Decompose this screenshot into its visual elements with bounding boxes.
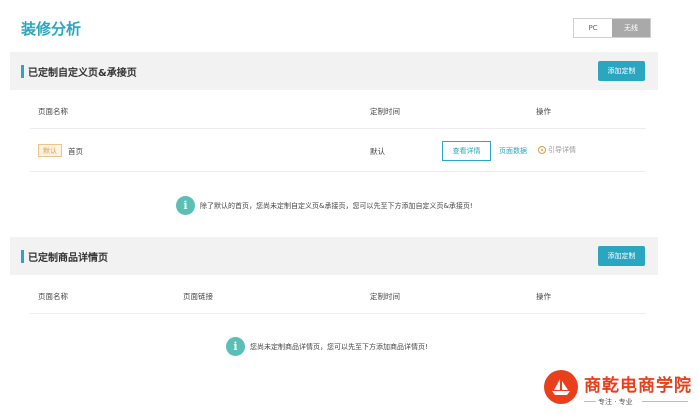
custom-pages-table-header: 页面名称 定制时间 操作 — [30, 92, 646, 129]
section-accent-bar — [21, 65, 24, 78]
watermark-divider — [584, 401, 596, 402]
custom-pages-notice: i 除了默认的首页，您尚未定制自定义页&承接页，您可以先至下方添加自定义页&承接… — [176, 196, 473, 215]
section-accent-bar — [21, 250, 24, 263]
custom-time: 默认 — [370, 147, 385, 156]
product-pages-notice-text: 您尚未定制商品详情页，您可以先至下方添加商品详情页! — [250, 342, 428, 351]
column-header-custom-time: 定制时间 — [370, 292, 400, 301]
table-row: 默认 首页 默认 查看详情 页面数据 引导详情 — [30, 130, 646, 172]
page-data-link[interactable]: 页面数据 — [499, 146, 527, 156]
product-pages-header: 已定制商品详情页 添加定制 — [10, 237, 658, 275]
product-pages-notice: i 您尚未定制商品详情页，您可以先至下方添加商品详情页! — [226, 337, 428, 356]
product-pages-table-header: 页面名称 页面链接 定制时间 操作 — [30, 277, 646, 314]
guide-detail-label: 引导详情 — [548, 146, 576, 154]
mode-toggle[interactable]: PC 无线 — [573, 18, 651, 38]
add-product-page-button[interactable]: 添加定制 — [598, 246, 645, 266]
column-header-custom-time: 定制时间 — [370, 107, 400, 116]
radio-icon — [538, 146, 546, 154]
column-header-page-name: 页面名称 — [38, 292, 68, 301]
watermark-slogan: 专注 · 专业 — [598, 398, 633, 406]
pc-toggle-button[interactable]: PC — [574, 19, 612, 37]
custom-pages-notice-text: 除了默认的首页，您尚未定制自定义页&承接页，您可以先至下方添加自定义页&承接页! — [200, 201, 473, 210]
ship-logo-icon — [544, 370, 578, 404]
default-badge: 默认 — [38, 144, 62, 157]
info-icon: i — [226, 337, 245, 356]
custom-pages-title: 已定制自定义页&承接页 — [28, 68, 137, 79]
info-icon: i — [176, 196, 195, 215]
column-header-actions: 操作 — [536, 107, 551, 116]
page-title: 装修分析 — [21, 20, 82, 38]
guide-detail-link[interactable]: 引导详情 — [538, 145, 576, 155]
column-header-page-link: 页面链接 — [183, 292, 213, 301]
page-name: 首页 — [68, 147, 83, 156]
wireless-toggle-button[interactable]: 无线 — [612, 19, 650, 37]
custom-pages-header: 已定制自定义页&承接页 添加定制 — [10, 52, 658, 90]
product-pages-title: 已定制商品详情页 — [28, 253, 108, 264]
column-header-page-name: 页面名称 — [38, 107, 68, 116]
watermark-divider — [642, 401, 688, 402]
watermark-name: 商乾电商学院 — [584, 376, 692, 396]
add-custom-page-button[interactable]: 添加定制 — [598, 61, 645, 81]
view-detail-button[interactable]: 查看详情 — [442, 141, 491, 161]
column-header-actions: 操作 — [536, 292, 551, 301]
watermark-logo: 商乾电商学院 专注 · 专业 — [544, 370, 694, 410]
